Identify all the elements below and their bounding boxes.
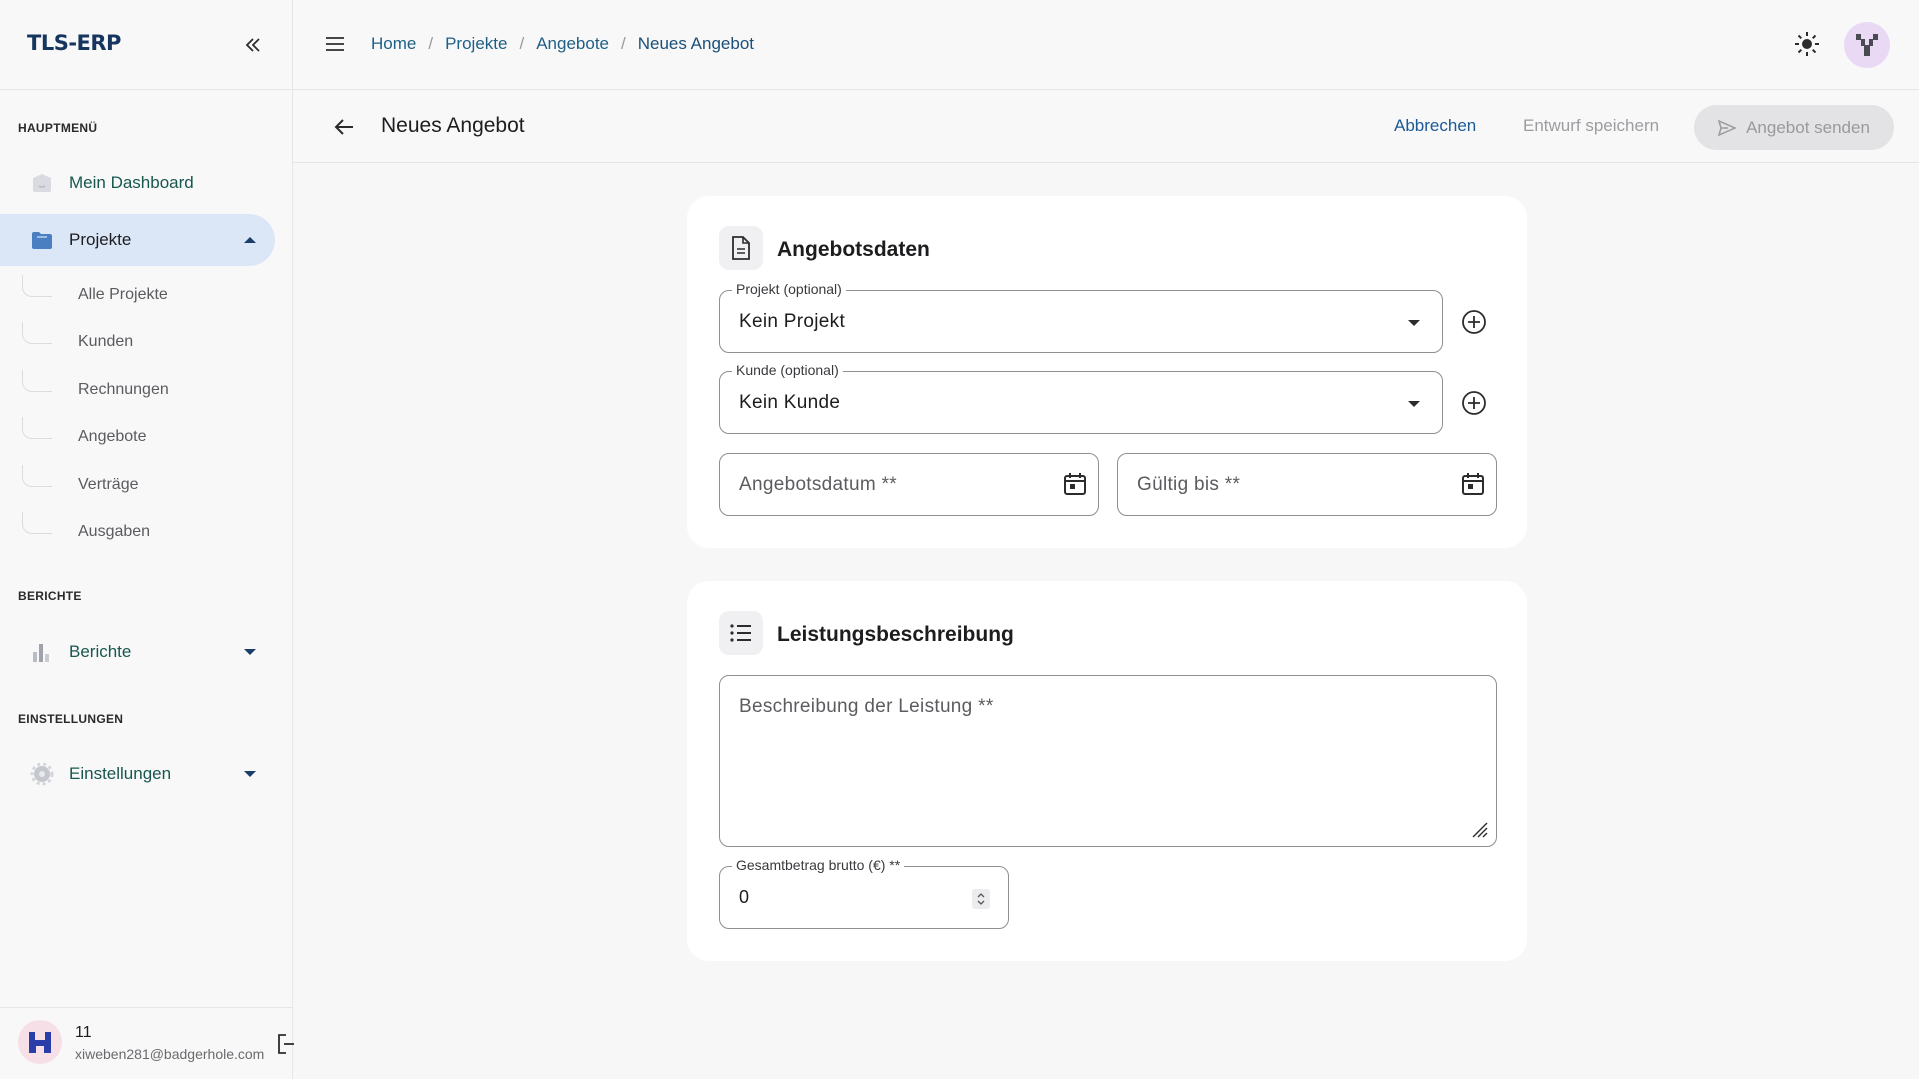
plus-circle-icon (1462, 310, 1486, 334)
sidebar-subitem-label: Ausgaben (78, 523, 151, 540)
chevron-up-icon (244, 237, 256, 243)
sidebar-subitem-contracts[interactable]: Verträge (22, 465, 262, 505)
chevron-down-icon (244, 771, 256, 777)
user-avatar-icon (29, 1032, 51, 1053)
breadcrumb-offers[interactable]: Angebote (536, 34, 609, 54)
page-title: Neues Angebot (381, 114, 525, 137)
caret-down-icon (1408, 320, 1420, 326)
section-label-reports: BERICHTE (18, 589, 82, 603)
sidebar-subitem-label: Verträge (78, 476, 139, 493)
customer-select-label: Kunde (optional) (732, 362, 843, 378)
logo-bar: TLS-ERP (0, 0, 292, 90)
total-amount-label: Gesamtbetrag brutto (€) ** (732, 857, 905, 873)
hamburger-icon (326, 37, 344, 51)
offer-date-placeholder: Angebotsdatum ** (739, 474, 897, 495)
project-select-value: Kein Projekt (739, 311, 846, 332)
breadcrumb-current: Neues Angebot (637, 34, 754, 53)
avatar[interactable] (1844, 22, 1890, 68)
user-email: xiweben281@badgerhole.com (75, 1046, 265, 1062)
app-logo: TLS-ERP (27, 31, 121, 55)
project-select[interactable]: Projekt (optional) Kein Projekt (719, 281, 1443, 353)
resize-handle-icon[interactable] (1470, 820, 1488, 838)
sidebar-item-settings[interactable]: Einstellungen (0, 748, 275, 800)
sidebar-item-label: Projekte (69, 230, 132, 249)
theme-toggle-button[interactable] (1793, 30, 1821, 58)
offer-data-card: Angebotsdaten Projekt (optional) Kein Pr… (687, 196, 1527, 548)
sidebar-subitem-label: Alle Projekte (78, 286, 168, 303)
service-description-textarea[interactable]: Beschreibung der Leistung ** (719, 675, 1497, 847)
double-chevron-left-icon (245, 38, 260, 52)
service-description-placeholder: Beschreibung der Leistung ** (739, 696, 994, 717)
menu-button[interactable] (323, 32, 347, 56)
list-icon (719, 611, 763, 655)
breadcrumb-home[interactable]: Home (371, 34, 416, 54)
offer-date-field[interactable]: Angebotsdatum ** (719, 453, 1099, 516)
offer-data-title: Angebotsdaten (777, 238, 930, 261)
folder-icon (30, 228, 54, 252)
calendar-icon[interactable] (1062, 471, 1088, 497)
send-icon (1718, 119, 1737, 136)
back-button[interactable] (331, 114, 357, 140)
sidebar-subitem-invoices[interactable]: Rechnungen (22, 370, 262, 410)
sidebar-item-label: Mein Dashboard (69, 173, 194, 192)
sidebar-item-reports[interactable]: Berichte (0, 626, 275, 678)
sidebar-subitem-label: Angebote (78, 428, 147, 445)
calendar-icon[interactable] (1460, 471, 1486, 497)
topbar: Home / Projekte / Angebote / Neues Angeb… (293, 0, 1919, 90)
valid-until-placeholder: Gültig bis ** (1137, 474, 1241, 495)
user-name: 11 (75, 1024, 92, 1041)
logout-button[interactable] (276, 1032, 296, 1056)
total-amount-field[interactable]: Gesamtbetrag brutto (€) ** 0 (719, 857, 1009, 929)
caret-down-icon (1408, 401, 1420, 407)
customer-select[interactable]: Kunde (optional) Kein Kunde (719, 362, 1443, 434)
total-amount-value: 0 (739, 887, 750, 907)
collapse-sidebar-button[interactable] (238, 30, 268, 60)
sidebar: TLS-ERP HAUPTMENÜ Mein Dashboard Projekt… (0, 0, 296, 1079)
bar-chart-icon (30, 640, 54, 664)
page-header: Neues Angebot Abbrechen Entwurf speicher… (293, 90, 1919, 163)
save-draft-button[interactable]: Entwurf speichern (1523, 116, 1659, 136)
number-stepper[interactable] (972, 889, 990, 909)
service-card: Leistungsbeschreibung Beschreibung der L… (687, 581, 1527, 961)
breadcrumb-projects[interactable]: Projekte (445, 34, 507, 54)
chevron-down-icon (244, 649, 256, 655)
valid-until-field[interactable]: Gültig bis ** (1117, 453, 1497, 516)
sidebar-subitem-expenses[interactable]: Ausgaben (22, 512, 262, 552)
user-avatar-icon (1856, 34, 1878, 56)
sidebar-subitem-label: Rechnungen (78, 381, 169, 398)
customer-select-value: Kein Kunde (739, 392, 841, 413)
add-customer-button[interactable] (1461, 390, 1487, 416)
sidebar-item-dashboard[interactable]: Mein Dashboard (0, 157, 275, 209)
send-offer-button[interactable]: Angebot senden (1694, 105, 1894, 150)
sidebar-item-label: Einstellungen (69, 764, 172, 783)
sidebar-subitem-all-projects[interactable]: Alle Projekte (22, 275, 262, 315)
sidebar-subitem-label: Kunden (78, 333, 134, 350)
stepper-arrows-icon (977, 893, 985, 905)
sidebar-item-projects[interactable]: Projekte (0, 214, 275, 266)
sidebar-item-label: Berichte (69, 642, 132, 661)
cancel-button[interactable]: Abbrechen (1394, 116, 1476, 136)
section-label-main: HAUPTMENÜ (18, 121, 98, 135)
user-bar: 11 xiweben281@badgerhole.com (0, 1007, 296, 1079)
service-title: Leistungsbeschreibung (777, 623, 1014, 646)
logout-icon (278, 1034, 294, 1054)
avatar[interactable] (18, 1020, 62, 1064)
plus-circle-icon (1462, 391, 1486, 415)
sidebar-subitem-offers[interactable]: Angebote (22, 417, 262, 457)
dashboard-icon (30, 171, 54, 195)
gear-icon (30, 762, 54, 786)
breadcrumb: Home / Projekte / Angebote / Neues Angeb… (371, 34, 754, 54)
project-select-label: Projekt (optional) (732, 281, 846, 297)
sun-icon (1795, 32, 1819, 56)
section-label-settings: EINSTELLUNGEN (18, 712, 124, 726)
sidebar-subitem-customers[interactable]: Kunden (22, 322, 262, 362)
send-offer-label: Angebot senden (1746, 117, 1870, 137)
arrow-left-icon (334, 119, 353, 135)
document-icon (719, 226, 763, 270)
add-project-button[interactable] (1461, 309, 1487, 335)
